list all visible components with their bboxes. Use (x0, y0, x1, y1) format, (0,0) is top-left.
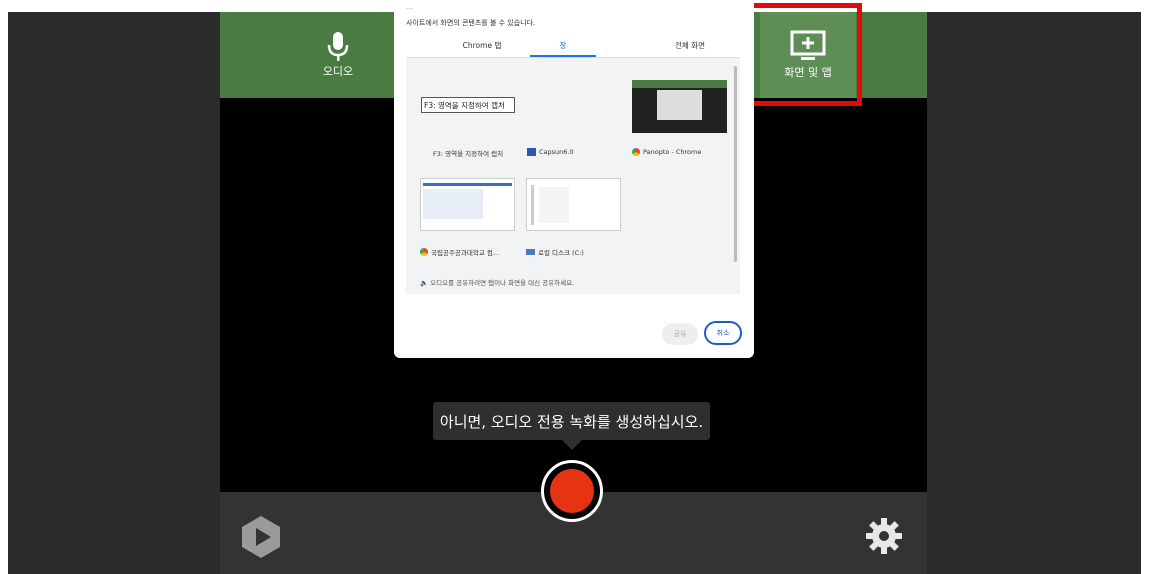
chrome-icon (420, 248, 428, 256)
speaker-icon: 🔈 (420, 279, 429, 287)
window-item-label: 국립공주공과대학교 컴... (420, 247, 499, 257)
window-item-label: 로컬 디스크 (C:) (526, 247, 584, 257)
microphone-icon (327, 32, 349, 61)
audio-only-tooltip: 아니면, 오디오 전용 녹화를 생성하십시오. (433, 402, 710, 440)
tab-entire-screen[interactable]: 전체 화면 (650, 40, 730, 51)
tab-active-indicator (530, 55, 596, 57)
audio-button[interactable]: 오디오 (300, 12, 376, 98)
tooltip-pointer (562, 440, 582, 450)
window-thumb-university[interactable] (420, 178, 515, 231)
window-label-capsun: Capsun6.0 (539, 148, 574, 156)
dialog-description: 사이트에서 화면의 콘텐츠를 볼 수 있습니다. (406, 19, 536, 27)
scrollbar[interactable] (734, 66, 737, 262)
window-item-label: Panopto - Chrome (632, 148, 701, 156)
window-label-university: 국립공주공과대학교 컴... (431, 249, 500, 257)
record-icon (550, 469, 594, 513)
panopto-logo-icon (242, 516, 280, 558)
window-thumb-panopto[interactable] (632, 80, 727, 133)
audio-note: 🔈 오디오를 공유하려면 탭이나 화면을 대신 공유하세요. (420, 277, 574, 287)
window-item-label: Capsun6.0 (527, 148, 574, 156)
settings-gear-icon[interactable] (864, 516, 904, 556)
record-button[interactable] (541, 460, 603, 522)
dialog-header-text: ... (406, 4, 414, 11)
chrome-icon (632, 148, 640, 156)
window-item-label: F3: 영역을 지정하여 캡처 (433, 148, 503, 158)
highlight-box (747, 3, 862, 106)
audio-note-text: 오디오를 공유하려면 탭이나 화면을 대신 공유하세요. (430, 279, 575, 287)
audio-label: 오디오 (322, 65, 354, 78)
cancel-button[interactable]: 취소 (704, 321, 742, 345)
tab-window[interactable]: 창 (533, 40, 593, 51)
window-thumb-f3[interactable]: F3: 영역을 지정하여 캡처 (421, 97, 515, 113)
window-label-local-disk: 로컬 디스크 (C:) (538, 249, 584, 257)
drive-icon (526, 249, 535, 255)
capsun-icon (527, 148, 536, 156)
share-button[interactable]: 공유 (662, 323, 698, 345)
window-label-f3: F3: 영역을 지정하여 캡처 (433, 150, 504, 158)
tab-chrome[interactable]: Chrome 탭 (437, 40, 527, 51)
window-label-panopto: Panopto - Chrome (643, 148, 702, 156)
window-thumb-local-disk[interactable] (526, 178, 621, 231)
